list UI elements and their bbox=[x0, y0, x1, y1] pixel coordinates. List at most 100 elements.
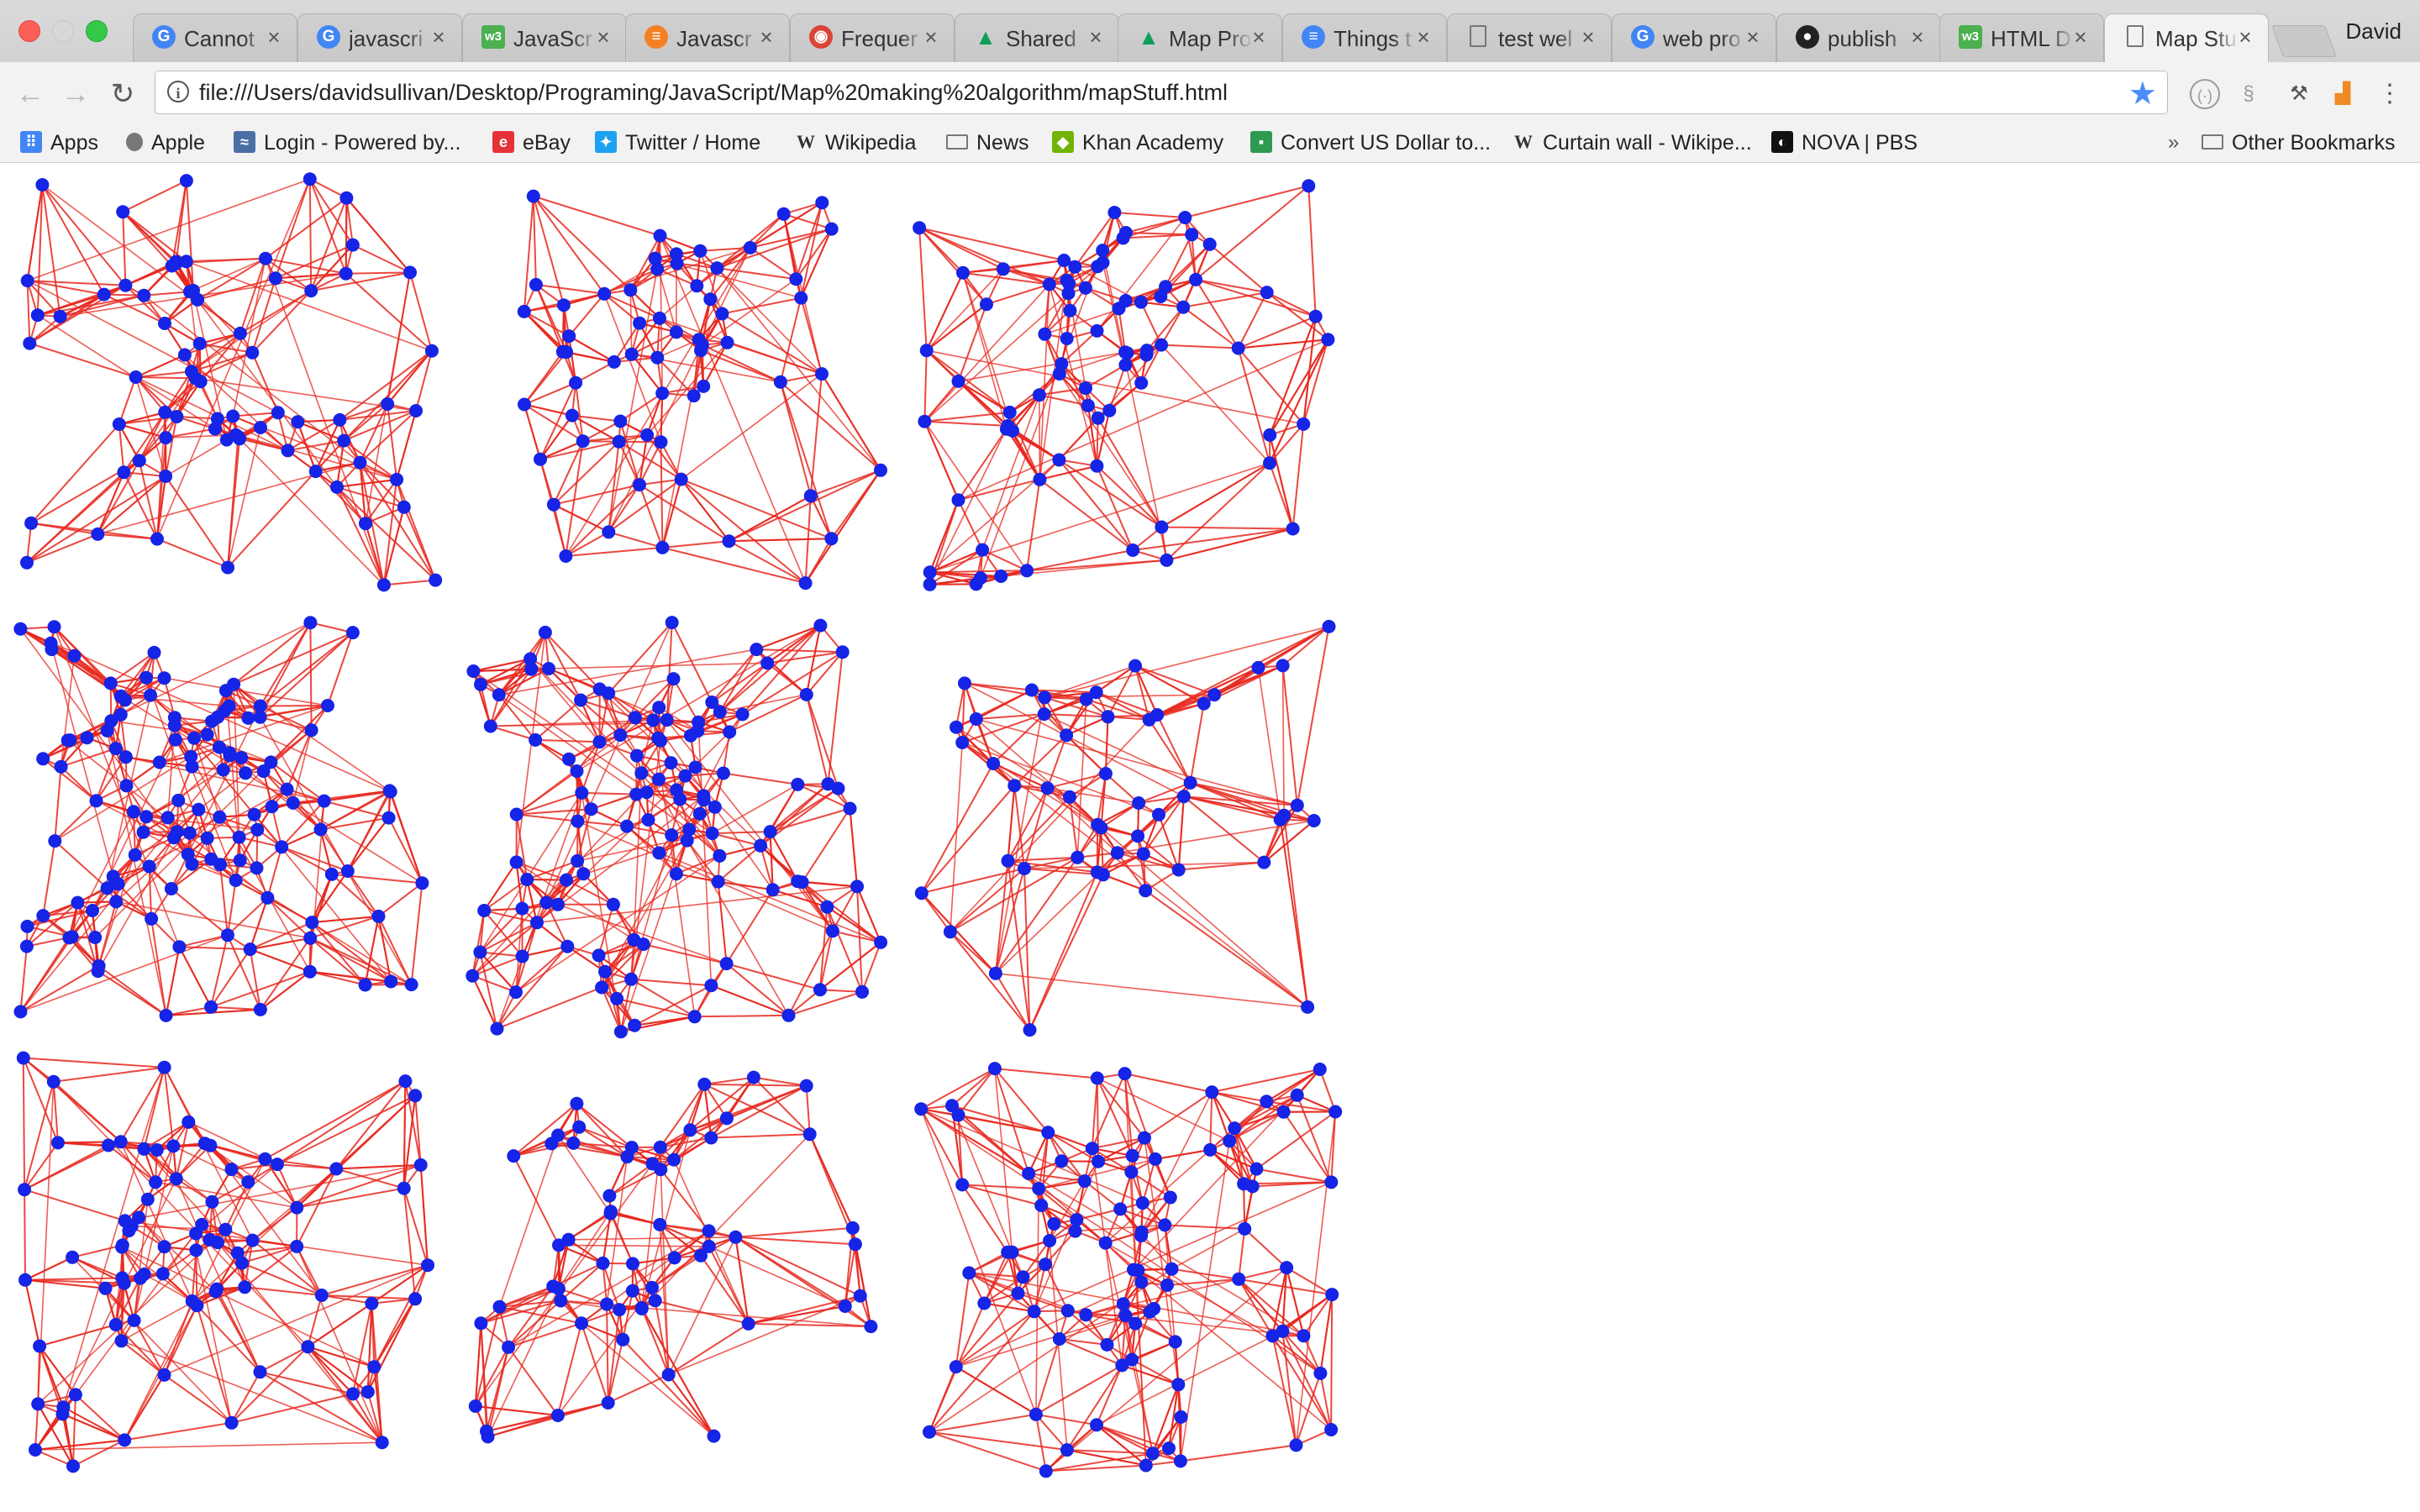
bookmark-item[interactable]: ◐ NOVA | PBS bbox=[1771, 128, 1918, 158]
tab-5[interactable]: ◉ Frequer × bbox=[790, 13, 955, 62]
map-edge bbox=[920, 1108, 1037, 1415]
map-node bbox=[1238, 1221, 1252, 1236]
map-node bbox=[598, 964, 612, 979]
menu-icon[interactable]: ⋮ bbox=[2375, 79, 2405, 109]
tab-close-icon[interactable]: × bbox=[1248, 24, 1270, 50]
map-node bbox=[1223, 1134, 1237, 1148]
new-tab-button[interactable] bbox=[2271, 25, 2337, 57]
map-edge bbox=[608, 622, 673, 694]
tab-strip: G Cannot × Gjavascri × w3 JavaScr × ≡ Javascr × ◉ Fr… bbox=[0, 0, 2420, 63]
forward-button[interactable]: → bbox=[59, 77, 92, 111]
maximize-window-button[interactable] bbox=[86, 20, 108, 42]
tab-11[interactable]: ● publish × bbox=[1776, 13, 1941, 62]
site-info-icon[interactable]: i bbox=[167, 81, 189, 102]
map-node bbox=[86, 904, 99, 917]
map-node bbox=[1163, 1190, 1177, 1205]
map-node bbox=[1038, 327, 1052, 341]
tab-close-icon[interactable]: × bbox=[1413, 24, 1434, 50]
url-text[interactable]: file:///Users/davidsullivan/Desktop/Prog… bbox=[199, 80, 1228, 106]
extension-swirl-icon[interactable]: § bbox=[2233, 79, 2264, 109]
close-window-button[interactable] bbox=[18, 20, 40, 42]
map-edge bbox=[266, 847, 283, 899]
map-edge bbox=[250, 937, 311, 951]
map-node bbox=[626, 1257, 639, 1271]
tab-7[interactable]: ▲ Map Pro × bbox=[1118, 13, 1282, 62]
tab-close-icon[interactable]: × bbox=[1907, 24, 1928, 50]
profile-name[interactable]: David bbox=[2346, 18, 2402, 45]
map-edge bbox=[523, 351, 567, 406]
reload-button[interactable]: ↻ bbox=[106, 77, 139, 111]
back-button[interactable]: ← bbox=[13, 77, 47, 111]
bookmark-star-icon[interactable]: ★ bbox=[2128, 75, 2157, 113]
tab-close-icon[interactable]: × bbox=[592, 24, 614, 50]
page-icon bbox=[2127, 25, 2144, 47]
bookmark-item[interactable]: ◆ Khan Academy bbox=[1052, 128, 1223, 158]
map-node bbox=[655, 540, 670, 554]
tab-13[interactable]: Map Stu × bbox=[2104, 13, 2269, 63]
map-edge bbox=[409, 272, 433, 351]
map-node bbox=[551, 1282, 566, 1296]
map-edge bbox=[42, 758, 97, 802]
extension-tools-icon[interactable]: ⚒ bbox=[2284, 79, 2314, 109]
tab-close-icon[interactable]: × bbox=[1742, 24, 1764, 50]
tab-close-icon[interactable]: × bbox=[2234, 24, 2256, 50]
bookmark-item[interactable]: W Curtain wall - Wikipe... bbox=[1512, 128, 1752, 158]
map-node bbox=[91, 964, 105, 979]
bookmark-item[interactable]: W Wikipedia bbox=[795, 128, 916, 158]
map-node bbox=[996, 262, 1010, 276]
tab-close-icon[interactable]: × bbox=[263, 24, 285, 50]
map-edge bbox=[54, 840, 108, 890]
bookmark-item[interactable]: ≈ Login - Powered by... bbox=[234, 128, 460, 158]
map-edge bbox=[1238, 1228, 1246, 1279]
map-node bbox=[743, 240, 757, 255]
bookmark-item[interactable]: News bbox=[946, 128, 1029, 158]
tab-6[interactable]: ▲ Shared × bbox=[955, 13, 1119, 62]
tab-3[interactable]: w3 JavaScr × bbox=[462, 13, 627, 62]
other-bookmarks[interactable]: Other Bookmarks bbox=[2202, 128, 2396, 158]
tab-4[interactable]: ≡ Javascr × bbox=[625, 13, 790, 62]
tab-close-icon[interactable]: × bbox=[2070, 24, 2091, 50]
bookmarks-overflow-button[interactable]: » bbox=[2168, 128, 2179, 158]
map-edge bbox=[660, 393, 664, 443]
map-node bbox=[697, 789, 711, 803]
tab-close-icon[interactable]: × bbox=[428, 24, 450, 50]
map-edge bbox=[187, 706, 261, 855]
bookmark-item[interactable]: ⠿ Apps bbox=[20, 128, 98, 158]
bookmark-item[interactable]: ✦ Twitter / Home bbox=[595, 128, 760, 158]
extension-icon[interactable]: (·) bbox=[2190, 79, 2220, 109]
map-node bbox=[66, 1459, 80, 1473]
bookmark-item[interactable]: e eBay bbox=[492, 128, 571, 158]
tab-9[interactable]: test wel × bbox=[1447, 13, 1612, 62]
tab-12[interactable]: w3 HTML D × bbox=[1939, 13, 2104, 62]
map-node bbox=[302, 964, 317, 979]
tab-close-icon[interactable]: × bbox=[1085, 24, 1107, 50]
map-edge bbox=[925, 272, 964, 351]
tab-1[interactable]: G Cannot × bbox=[133, 13, 297, 62]
map-node bbox=[616, 1332, 630, 1347]
minimize-window-button[interactable] bbox=[52, 20, 74, 42]
map-node bbox=[641, 813, 655, 827]
map-canvas bbox=[13, 172, 1343, 1478]
tab-close-icon[interactable]: × bbox=[755, 24, 777, 50]
tab-8[interactable]: ≡ Things t × bbox=[1282, 13, 1447, 62]
map-node bbox=[382, 784, 397, 798]
bookmark-item[interactable]: Apple bbox=[126, 128, 205, 158]
tab-close-icon[interactable]: × bbox=[1577, 24, 1599, 50]
map-edge bbox=[608, 1168, 661, 1197]
map-node bbox=[1276, 1105, 1291, 1119]
address-bar[interactable]: i file:///Users/davidsullivan/Desktop/Pr… bbox=[155, 71, 2168, 114]
drive-icon: ▲ bbox=[1138, 24, 1160, 50]
tab-close-icon[interactable]: × bbox=[920, 24, 942, 50]
map-edge bbox=[373, 1298, 416, 1368]
map-node bbox=[529, 277, 543, 291]
extension-chart-icon[interactable]: ▟ bbox=[2328, 79, 2358, 109]
map-node bbox=[1155, 520, 1169, 534]
map-node bbox=[646, 713, 660, 727]
map-edge bbox=[631, 978, 712, 987]
bookmark-item[interactable]: ▪ Convert US Dollar to... bbox=[1250, 128, 1491, 158]
map-node bbox=[144, 688, 157, 702]
map-edge bbox=[607, 1339, 624, 1404]
tab-2[interactable]: Gjavascri × bbox=[297, 13, 462, 62]
tab-10[interactable]: Gweb pro × bbox=[1612, 13, 1776, 62]
map-node bbox=[1007, 779, 1022, 793]
